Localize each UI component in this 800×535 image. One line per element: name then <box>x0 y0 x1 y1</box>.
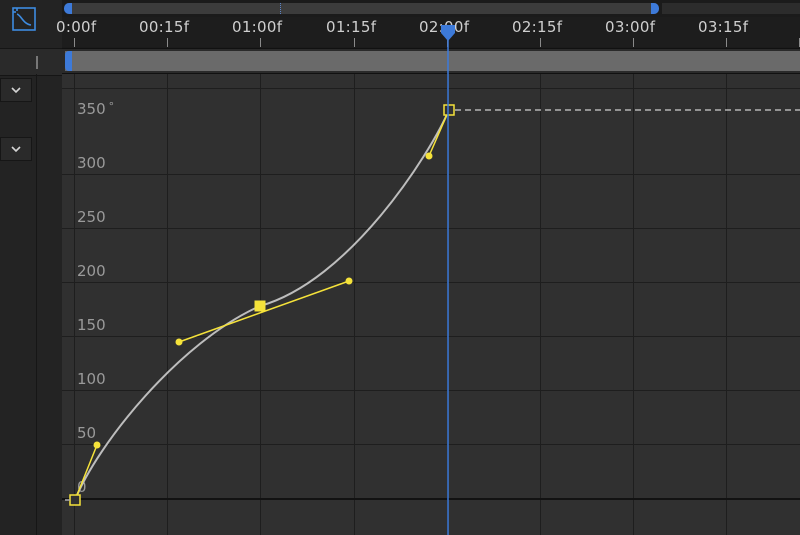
tick-label: 00:15f <box>139 18 190 36</box>
layer-panel-header <box>0 0 62 44</box>
tick-mark <box>726 38 727 47</box>
tick-mark <box>167 38 168 47</box>
value-graph[interactable] <box>62 74 800 535</box>
navigator-track <box>662 3 800 14</box>
tick-mark <box>540 38 541 47</box>
work-area-bar[interactable] <box>62 48 800 74</box>
bezier-handle[interactable] <box>425 152 433 160</box>
tick-label: 03:00f <box>605 18 656 36</box>
tick-label: 0:00f <box>56 18 97 36</box>
tick-mark <box>74 38 75 47</box>
tick-mark <box>354 38 355 47</box>
expand-button-1[interactable] <box>0 78 32 102</box>
chevron-down-icon <box>11 146 21 153</box>
expand-button-2[interactable] <box>0 137 32 161</box>
navigator-start-handle[interactable] <box>64 3 72 14</box>
tick-label: 01:15f <box>326 18 377 36</box>
bezier-handle[interactable] <box>175 338 183 346</box>
tick-label: 02:15f <box>512 18 563 36</box>
tick-label: 01:00f <box>232 18 283 36</box>
tick-label: 03:15f <box>698 18 749 36</box>
layer-panel-strip <box>0 48 62 76</box>
tick-mark <box>633 38 634 47</box>
bezier-handle[interactable] <box>93 441 101 449</box>
time-ruler[interactable]: 0:00f 00:15f 01:00f 01:15f 02:00f 02:15f… <box>56 17 800 47</box>
navigator-center-marker <box>280 3 283 14</box>
graph-editor[interactable]: 350 ° 300 250 200 150 100 50 0 <box>62 74 800 535</box>
bezier-handle-line <box>74 444 98 501</box>
time-navigator-bar[interactable] <box>64 3 659 14</box>
work-area-start-handle[interactable] <box>65 51 72 71</box>
keyframe-start[interactable] <box>69 494 81 506</box>
work-area-range[interactable] <box>65 51 800 71</box>
playhead[interactable] <box>438 22 458 535</box>
tick-mark <box>260 38 261 47</box>
chevron-down-icon <box>11 87 21 94</box>
playhead-marker[interactable] <box>441 25 455 41</box>
bezier-handle[interactable] <box>345 277 353 285</box>
panel-divider-tick <box>36 56 38 69</box>
graph-editor-icon[interactable] <box>11 6 37 32</box>
keyframe-selected[interactable] <box>254 300 266 312</box>
panel-divider <box>36 74 37 535</box>
